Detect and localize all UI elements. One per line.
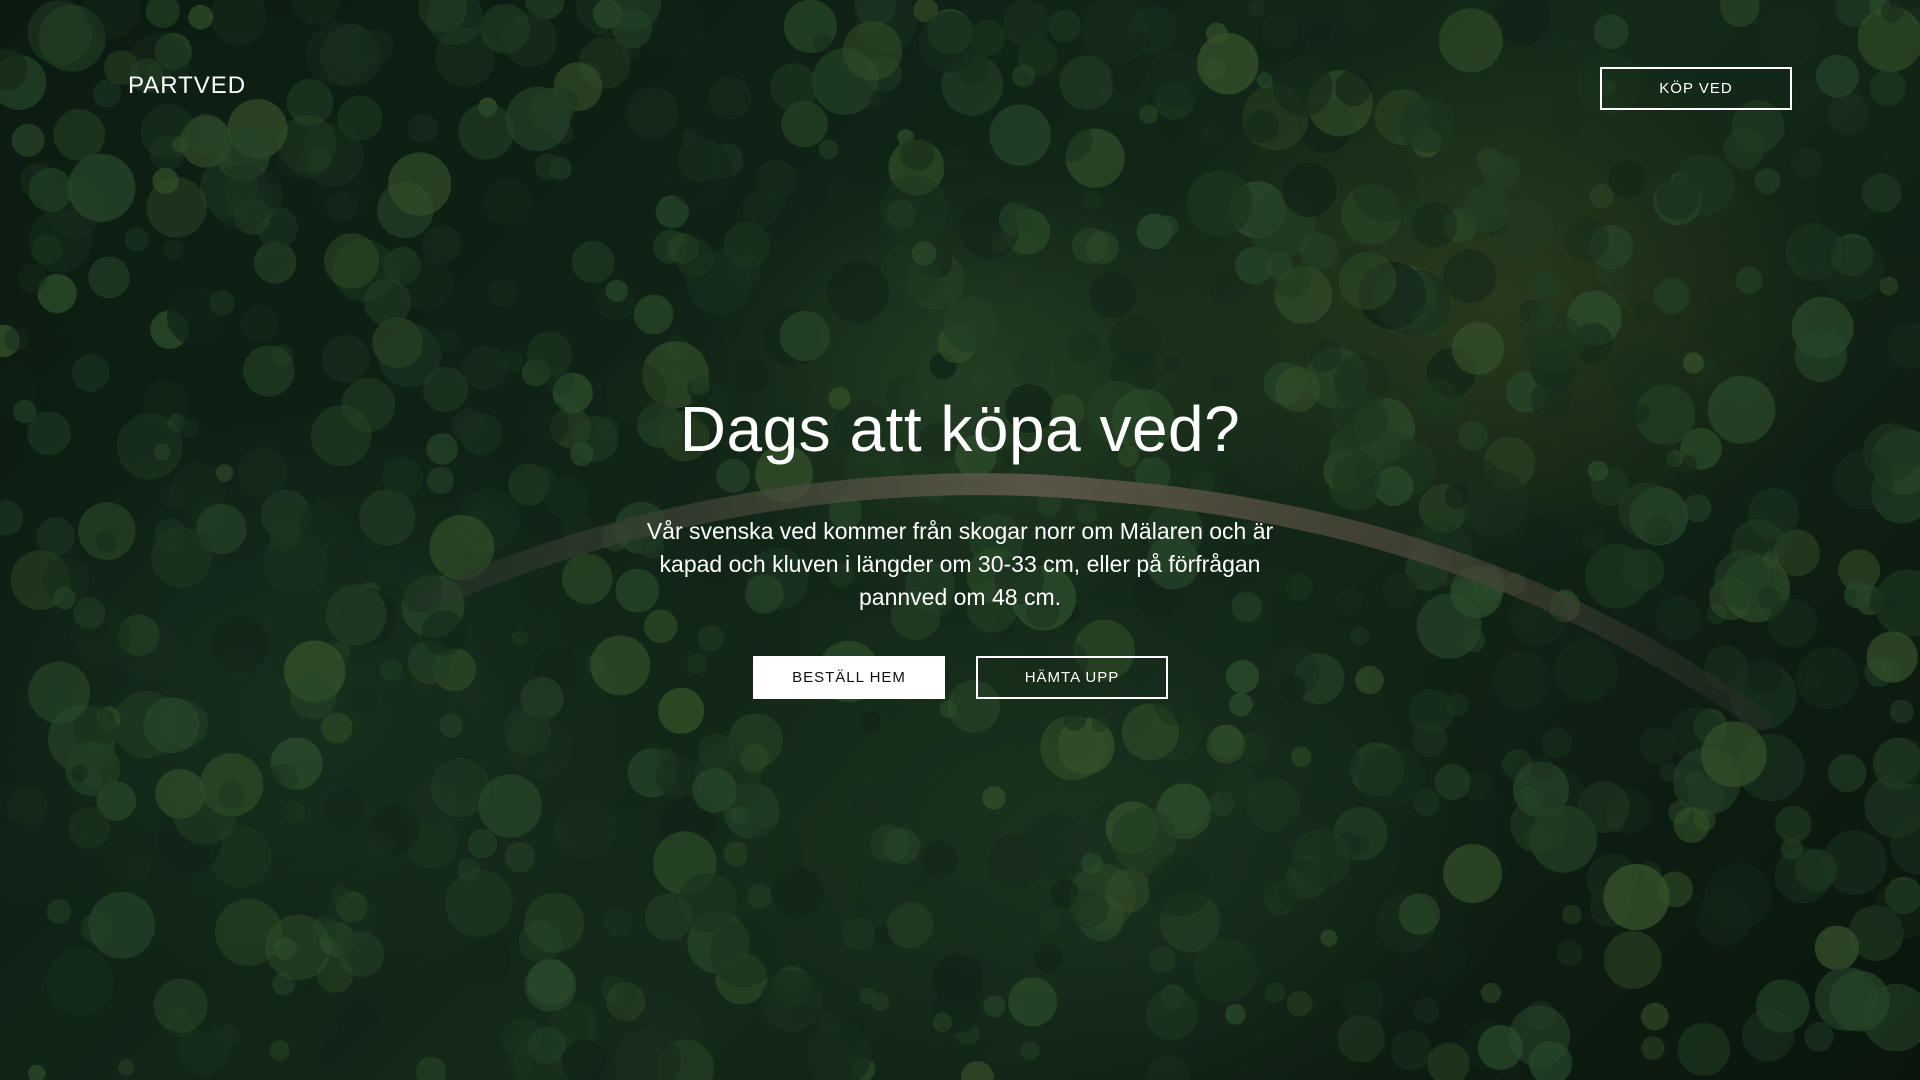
pick-up-button[interactable]: HÄMTA UPP (976, 656, 1168, 699)
order-home-button[interactable]: BESTÄLL HEM (753, 656, 945, 699)
site-logo[interactable]: PARTVED (128, 72, 246, 100)
hero-description: Vår svenska ved kommer från skogar norr … (646, 518, 1274, 610)
hero-headline: Dags att köpa ved? (679, 393, 1241, 465)
hero-section: PARTVED KÖP VED Dags att köpa ved? Vår s… (0, 0, 1920, 1080)
buy-wood-nav-button[interactable]: KÖP VED (1600, 67, 1792, 110)
